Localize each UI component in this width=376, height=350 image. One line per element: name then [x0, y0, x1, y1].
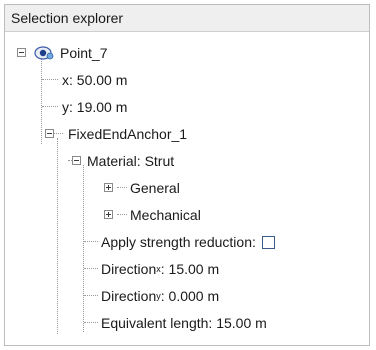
tree-line [42, 106, 58, 107]
direction-y-prefix: Direction [101, 288, 157, 304]
direction-x-value: : 15.00 m [160, 261, 220, 277]
tree-item-label: Mechanical [130, 207, 201, 223]
tree-line [84, 322, 98, 323]
apply-strength-reduction-checkbox[interactable] [261, 235, 275, 249]
tree-item-label: Equivalent length: 15.00 m [101, 315, 267, 331]
tree-line [117, 214, 127, 215]
tree-line [84, 268, 98, 269]
selection-tree: Point_7 x: 50.00 m y: 19.00 m FixedEndAn… [5, 32, 369, 345]
tree-line [117, 187, 127, 188]
tree-item-y[interactable]: y: 19.00 m [62, 97, 127, 117]
panel-header: Selection explorer [5, 5, 369, 32]
collapse-toggle-point[interactable] [17, 48, 26, 57]
tree-item-mechanical[interactable]: Mechanical [130, 205, 201, 225]
collapse-toggle-anchor[interactable] [45, 129, 54, 138]
tree-line [84, 241, 98, 242]
tree-item-label: Material: Strut [87, 153, 175, 169]
tree-item-label: Point_7 [60, 45, 108, 61]
tree-line [84, 295, 98, 296]
tree-line [57, 138, 58, 334]
direction-x-prefix: Direction [101, 261, 157, 277]
tree-item-direction-x[interactable]: Direction x: 15.00 m [101, 259, 219, 279]
collapse-toggle-material[interactable] [72, 156, 81, 165]
direction-y-value: : 0.000 m [160, 288, 220, 304]
tree-item-label: x: 50.00 m [62, 72, 128, 88]
tree-item-label: Apply strength reduction: [101, 234, 256, 250]
eye-point-icon [34, 46, 54, 60]
tree-line [83, 165, 84, 332]
tree-item-label: FixedEndAnchor_1 [68, 126, 188, 142]
tree-item-general[interactable]: General [130, 178, 180, 198]
tree-line [42, 79, 58, 80]
tree-item-direction-y[interactable]: Direction y: 0.000 m [101, 286, 219, 306]
selection-explorer-panel: Selection explorer Point_7 x: 50.00 m y:… [4, 4, 370, 346]
expand-toggle-mechanical[interactable] [104, 210, 113, 219]
expand-toggle-general[interactable] [104, 183, 113, 192]
tree-item-equivalent-length[interactable]: Equivalent length: 15.00 m [101, 313, 267, 333]
tree-item-point[interactable]: Point_7 [34, 43, 107, 63]
tree-item-apply-strength-reduction: Apply strength reduction: [101, 232, 275, 252]
panel-title: Selection explorer [11, 10, 124, 26]
tree-line [41, 54, 42, 144]
tree-item-material[interactable]: Material: Strut [87, 151, 174, 171]
tree-item-label: y: 19.00 m [62, 99, 128, 115]
tree-item-x[interactable]: x: 50.00 m [62, 70, 127, 90]
tree-item-label: General [130, 180, 180, 196]
tree-item-anchor[interactable]: FixedEndAnchor_1 [68, 124, 187, 144]
